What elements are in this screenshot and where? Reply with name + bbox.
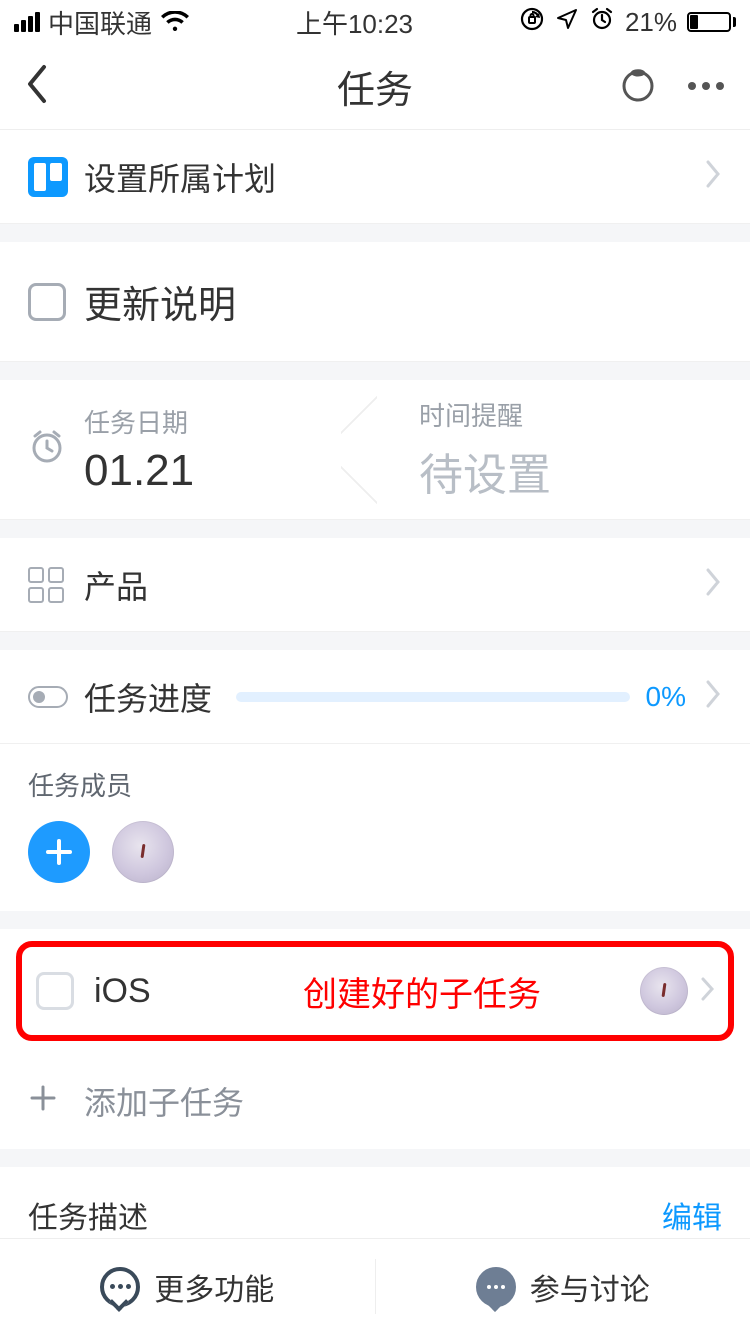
category-row[interactable]: 产品 [0,538,750,632]
more-features-label: 更多功能 [154,1265,274,1309]
join-discussion-label: 参与讨论 [530,1265,650,1309]
category-label: 产品 [84,562,704,608]
more-button[interactable] [686,78,726,96]
task-date-button[interactable]: 任务日期 01.21 [0,403,359,496]
cell-signal-icon [14,12,40,32]
carrier-label: 中国联通 [48,4,152,41]
reminder-value: 待设置 [419,439,551,503]
more-features-button[interactable]: 更多功能 [0,1239,375,1334]
discussion-icon [476,1267,516,1307]
plus-icon [28,1080,84,1122]
subtask-annotation-text: 创建好的子任务 [204,967,640,1016]
orientation-lock-icon [519,6,545,39]
status-time: 上午10:23 [296,4,413,41]
task-date-label: 任务日期 [84,403,194,440]
set-plan-label: 设置所属计划 [84,154,704,200]
subtask-assignee-avatar [640,967,688,1015]
plan-board-icon [28,157,68,197]
battery-percent: 21% [625,7,677,38]
back-button[interactable] [24,63,50,110]
chevron-right-icon [704,567,722,602]
progress-label: 任务进度 [84,674,212,720]
chevron-right-icon [700,976,716,1007]
wifi-icon [160,11,190,33]
task-date-value: 01.21 [84,446,194,496]
progress-icon [28,686,68,708]
reminder-label: 时间提醒 [419,396,551,433]
location-icon [555,7,579,38]
bottom-bar: 更多功能 参与讨论 [0,1238,750,1334]
add-subtask-row[interactable]: 添加子任务 [0,1053,750,1149]
task-title-row[interactable]: 更新说明 [0,242,750,362]
join-discussion-button[interactable]: 参与讨论 [376,1239,750,1334]
member-avatar[interactable] [112,821,174,883]
members-section: 任务成员 [0,744,750,911]
subtask-checkbox[interactable] [36,972,74,1010]
page-title: 任务 [164,59,586,114]
reminder-button[interactable]: 时间提醒 待设置 [359,396,750,503]
nav-bar: 任务 [0,44,750,130]
task-checkbox[interactable] [28,283,66,321]
subtask-row[interactable]: iOS 创建好的子任务 [22,947,728,1035]
chevron-right-icon [704,679,722,714]
add-member-button[interactable] [28,821,90,883]
subtask-highlight-annotation: iOS 创建好的子任务 [16,941,734,1041]
task-title: 更新说明 [84,274,722,329]
category-icon [28,567,64,603]
status-bar: 中国联通 上午10:23 21% [0,0,750,44]
clock-icon [28,428,66,471]
battery-icon [687,12,736,32]
progress-row[interactable]: 任务进度 0% [0,650,750,744]
pomodoro-button[interactable] [618,64,658,109]
add-subtask-label: 添加子任务 [84,1078,722,1124]
description-label: 任务描述 [28,1193,662,1237]
progress-bar [236,692,630,702]
subtask-name: iOS [94,972,204,1011]
set-plan-row[interactable]: 设置所属计划 [0,130,750,224]
edit-description-button[interactable]: 编辑 [662,1193,722,1237]
alarm-icon [589,6,615,39]
date-reminder-row: 任务日期 01.21 时间提醒 待设置 [0,380,750,520]
more-features-icon [100,1267,140,1307]
chevron-right-icon [704,159,722,194]
description-row[interactable]: 任务描述 编辑 [0,1167,750,1238]
members-section-label: 任务成员 [28,766,722,803]
progress-value: 0% [646,681,686,713]
